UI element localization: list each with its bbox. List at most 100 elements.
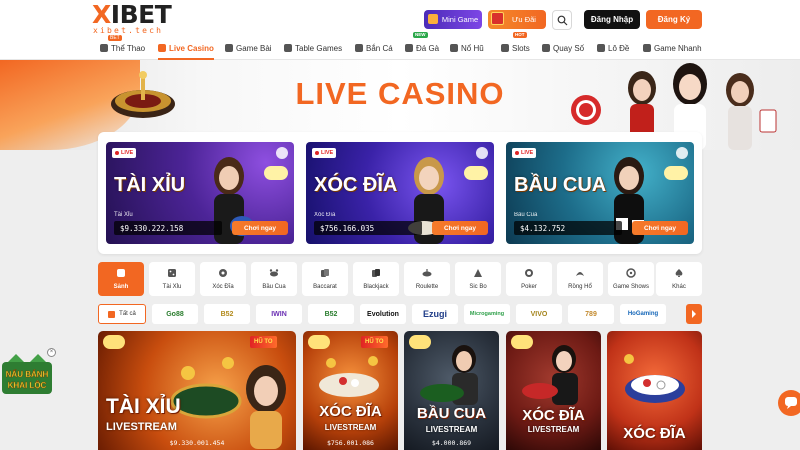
spade-icon	[675, 269, 683, 277]
dragon-tiger-icon	[576, 272, 584, 276]
disc-icon	[219, 269, 227, 277]
promo-floating-badge[interactable]: NẤU BÁNH KHAI LỘC	[0, 352, 58, 398]
category-label: Sảnh	[113, 284, 129, 290]
gamepad-icon	[428, 14, 438, 24]
live-badge: LIVE	[112, 148, 137, 158]
provider-microgaming[interactable]: Microgaming	[464, 304, 510, 324]
category-label: Xóc Đĩa	[212, 284, 234, 290]
game-tile-xoc-dia[interactable]: XÓC ĐĨA	[607, 331, 702, 450]
tile-jackpot-amount: $4.000.869	[431, 439, 472, 447]
nav-slots[interactable]: HOT Slots	[501, 32, 530, 58]
nav-the-thao[interactable]: Thể Thao	[100, 38, 145, 58]
promotions-button[interactable]: Ưu Đãi	[488, 10, 546, 29]
nav-game-bai[interactable]: Game Bài	[225, 38, 272, 58]
category-blackjack[interactable]: Blackjack	[353, 262, 399, 296]
casino-icon	[158, 44, 166, 52]
play-now-button[interactable]: Chơi ngay	[432, 221, 488, 235]
provider-go88[interactable]: Go88	[152, 304, 198, 324]
register-button[interactable]: Đăng Ký	[646, 10, 702, 29]
play-now-button[interactable]: Chơi ngay	[632, 221, 688, 235]
game-tile-xoc-dia-livestream[interactable]: HŨ TO XÓC ĐĨA LIVESTREAM $756.001.086	[303, 331, 398, 450]
game-art	[420, 345, 478, 405]
featured-card-xoc-dia[interactable]: LIVE XÓC ĐĨA Xóc Đĩa $756.166.035 Chơi n…	[306, 142, 494, 244]
grid-icon	[108, 310, 116, 318]
provider-vivo[interactable]: VIVO	[516, 304, 562, 324]
login-button[interactable]: Đăng Nhập	[584, 10, 640, 29]
nav-ban-ca[interactable]: Bắn Cá	[355, 38, 393, 58]
chat-button[interactable]	[778, 390, 800, 416]
tile-subtitle: LIVESTREAM	[425, 425, 478, 434]
dice-icon	[168, 269, 176, 277]
category-khac[interactable]: Khác	[656, 262, 702, 296]
provider-evolution[interactable]: Evolution	[360, 304, 406, 324]
category-poker[interactable]: Poker	[506, 262, 552, 296]
game-tile-bau-cua-livestream[interactable]: BẦU CUA LIVESTREAM $4.000.869	[404, 331, 499, 450]
provider-789[interactable]: 789	[568, 304, 614, 324]
new-badge: NEW	[413, 32, 428, 38]
mini-game-button[interactable]: Mini Game	[424, 10, 482, 29]
provider-next-button[interactable]	[686, 304, 702, 324]
lightning-icon	[643, 44, 651, 52]
category-game-shows[interactable]: Game Shows	[608, 262, 654, 296]
category-roulette[interactable]: Roulette	[404, 262, 450, 296]
sound-icon[interactable]	[476, 147, 488, 159]
provider-logo	[103, 335, 125, 349]
close-icon[interactable]: ×	[47, 348, 56, 357]
sicbo-icon	[474, 269, 482, 277]
rooster-icon	[405, 44, 413, 52]
live-badge: LIVE	[512, 148, 537, 158]
provider-logo	[664, 166, 688, 180]
featured-card-bau-cua[interactable]: LIVE BẦU CUA Bầu Cua $4.132.752 Chơi nga…	[506, 142, 694, 244]
lotto-icon	[597, 44, 605, 52]
blackjack-icon	[372, 269, 380, 277]
provider-ezugi[interactable]: Ezugi	[412, 304, 458, 324]
nav-live-casino[interactable]: Live Casino	[158, 38, 214, 60]
nav-no-hu[interactable]: Nổ Hũ	[450, 38, 484, 58]
category-tai-xiu[interactable]: Tài Xỉu	[149, 262, 195, 296]
provider-hogaming[interactable]: HoGaming	[620, 304, 666, 324]
slot-icon	[501, 44, 509, 52]
sound-icon[interactable]	[276, 147, 288, 159]
nav-quay-so[interactable]: Quay Số	[542, 38, 584, 58]
category-sic-bo[interactable]: Sic Bo	[455, 262, 501, 296]
category-label: Roulette	[415, 284, 439, 290]
chat-icon	[785, 397, 797, 409]
featured-subtitle: Xóc Đĩa	[314, 212, 336, 218]
jackpot-amount: $9.330.222.158	[114, 221, 222, 235]
provider-filter-bar: Tất cả Go88 B52 IWIN B52 Evolution Ezugi…	[98, 304, 702, 324]
nav-da-ga[interactable]: NEW Đá Gà	[405, 32, 439, 58]
search-button[interactable]	[552, 10, 572, 30]
category-label: Poker	[521, 284, 537, 290]
xibet-logo[interactable]: XIBET xibet.tech BET	[92, 1, 182, 41]
nav-label: Game Bài	[236, 43, 272, 53]
chevron-right-icon	[692, 310, 696, 318]
game-tile-xoc-dia-livestream-2[interactable]: XÓC ĐĨA LIVESTREAM	[506, 331, 601, 450]
table-icon	[284, 44, 292, 52]
tile-title: TÀI XỈU	[106, 395, 181, 418]
nav-lo-de[interactable]: Lô Đề	[597, 38, 629, 58]
provider-b52[interactable]: B52	[308, 304, 354, 324]
category-sanh[interactable]: Sảnh	[98, 262, 144, 296]
provider-all[interactable]: Tất cả	[98, 304, 146, 324]
category-baccarat[interactable]: Baccarat	[302, 262, 348, 296]
nav-game-nhanh[interactable]: Game Nhanh	[643, 38, 702, 58]
lobby-icon	[117, 269, 125, 277]
game-art	[319, 356, 379, 397]
category-label: Rồng Hổ	[568, 284, 592, 290]
sound-icon[interactable]	[676, 147, 688, 159]
tile-subtitle: LIVESTREAM	[106, 421, 177, 433]
casino-chips-icon	[571, 95, 601, 125]
tile-subtitle: LIVESTREAM	[527, 425, 580, 434]
provider-iwin[interactable]: IWIN	[256, 304, 302, 324]
category-xoc-dia[interactable]: Xóc Đĩa	[200, 262, 246, 296]
category-bau-cua[interactable]: Bầu Cua	[251, 262, 297, 296]
category-rong-ho[interactable]: Rồng Hổ	[557, 262, 603, 296]
tile-title: XÓC ĐĨA	[319, 403, 382, 420]
game-tile-tai-xiu-livestream[interactable]: HŨ TO TÀI XỈU LIVESTREAM $9.330.001.454	[98, 331, 296, 450]
featured-card-tai-xiu[interactable]: LIVE TÀI XỈU Tài Xỉu $9.330.222.158 Chơi…	[106, 142, 294, 244]
category-filter-bar: Sảnh Tài Xỉu Xóc Đĩa Bầu Cua Baccarat Bl…	[98, 262, 702, 296]
nav-table-games[interactable]: Table Games	[284, 38, 342, 58]
provider-b52-gold[interactable]: B52	[204, 304, 250, 324]
roulette-wheel-icon	[111, 71, 175, 118]
play-now-button[interactable]: Chơi ngay	[232, 221, 288, 235]
